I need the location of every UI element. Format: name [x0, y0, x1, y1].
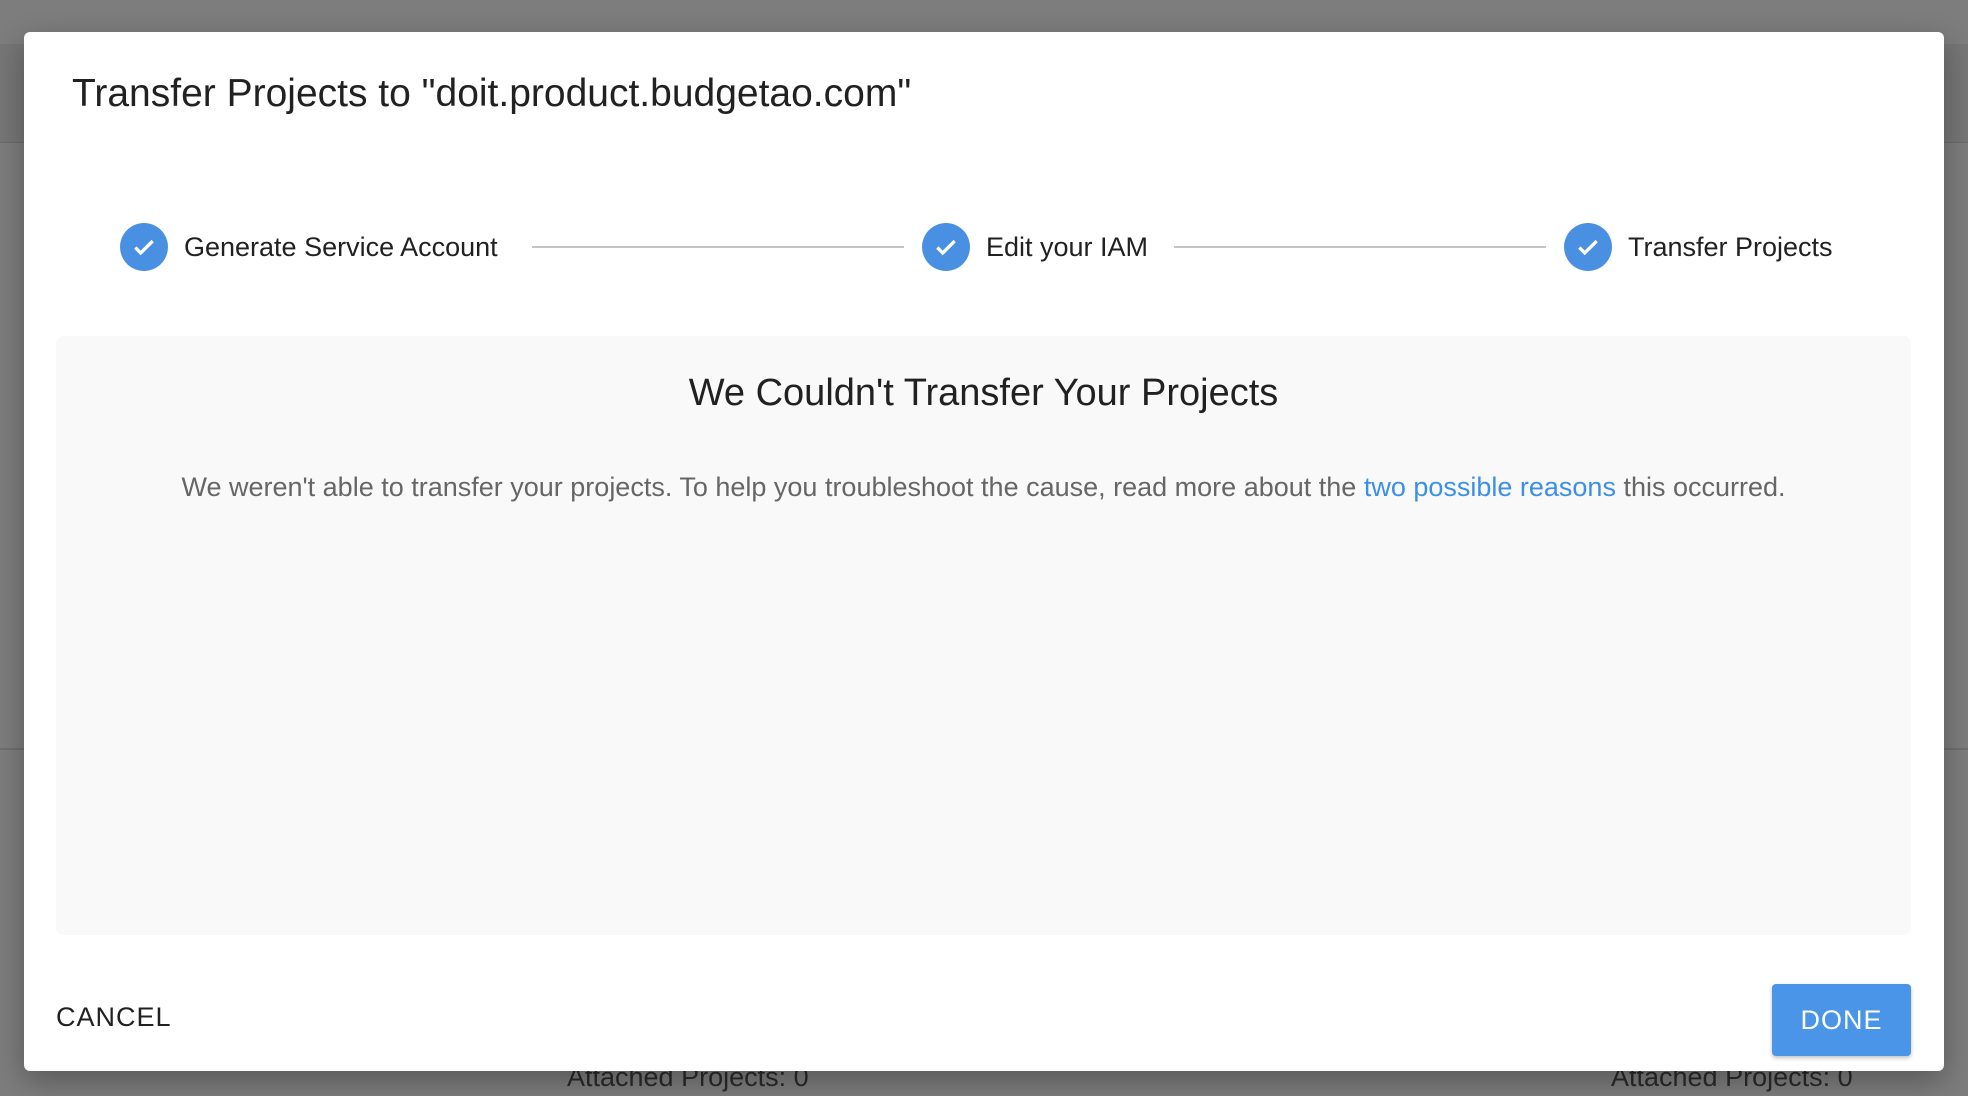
- check-icon: [1564, 223, 1612, 271]
- check-icon: [120, 223, 168, 271]
- step-label: Transfer Projects: [1628, 231, 1833, 262]
- dialog-title: Transfer Projects to "doit.product.budge…: [72, 72, 912, 115]
- check-icon: [922, 223, 970, 271]
- result-panel: We Couldn't Transfer Your Projects We we…: [56, 336, 1911, 935]
- step-connector: [1174, 246, 1546, 248]
- step-connector: [532, 246, 904, 248]
- result-heading: We Couldn't Transfer Your Projects: [688, 372, 1279, 414]
- step-label: Edit your IAM: [986, 231, 1149, 262]
- result-message: We weren't able to transfer your project…: [56, 472, 1911, 503]
- transfer-projects-dialog: Transfer Projects to "doit.product.budge…: [24, 32, 1944, 1071]
- step-generate-service-account: Generate Service Account: [120, 223, 498, 271]
- step-label: Generate Service Account: [184, 231, 498, 262]
- message-text: this occurred.: [1615, 472, 1786, 502]
- message-text: We weren't able to transfer your project…: [181, 472, 1364, 502]
- cancel-button[interactable]: CANCEL: [56, 1002, 172, 1033]
- possible-reasons-link[interactable]: two possible reasons: [1364, 472, 1616, 502]
- step-transfer-projects: Transfer Projects: [1564, 223, 1833, 271]
- done-button[interactable]: DONE: [1772, 984, 1911, 1056]
- step-edit-iam: Edit your IAM: [922, 223, 1148, 271]
